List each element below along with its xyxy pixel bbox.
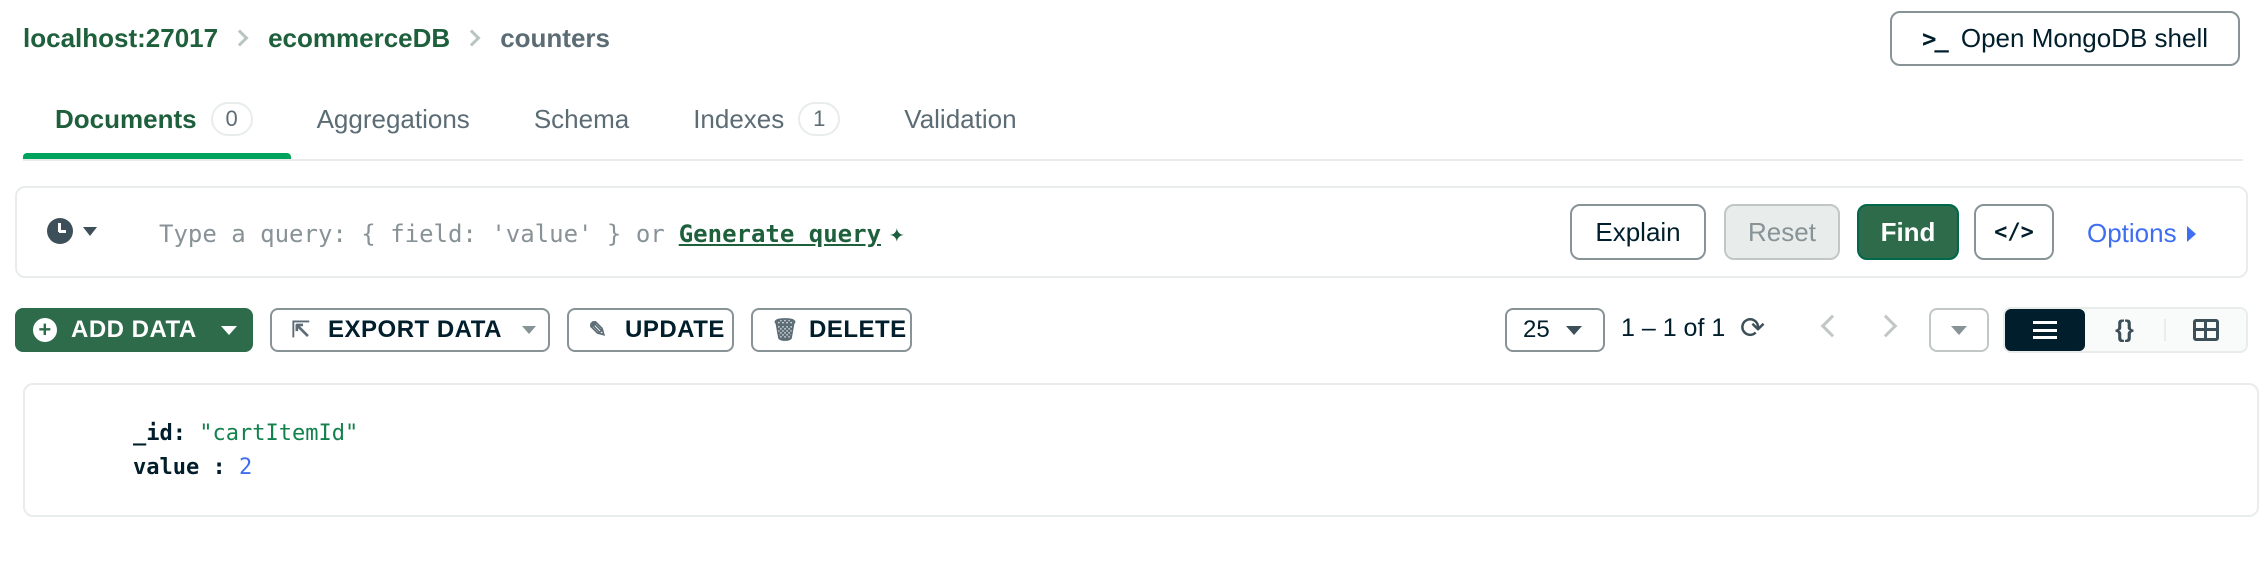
next-page-icon[interactable] bbox=[1874, 314, 1898, 338]
pencil-icon: ✎ bbox=[588, 317, 608, 342]
tab-label: Aggregations bbox=[316, 103, 470, 134]
list-view-icon bbox=[2032, 321, 2057, 339]
tab-label: Documents bbox=[55, 103, 197, 134]
breadcrumb-database[interactable]: ecommerceDB bbox=[268, 23, 450, 54]
view-mode-toggle: {} bbox=[2003, 307, 2248, 353]
query-placeholder: Type a query: { field: 'value' } or bbox=[159, 220, 665, 248]
options-label: Options bbox=[2087, 218, 2177, 248]
page-size-value: 25 bbox=[1523, 316, 1550, 343]
open-shell-label: Open MongoDB shell bbox=[1960, 23, 2209, 53]
options-toggle[interactable]: Options bbox=[2087, 218, 2196, 249]
tab-count-badge: 0 bbox=[210, 102, 253, 136]
plus-circle-icon: + bbox=[33, 318, 57, 342]
code-view-toggle[interactable]: </> bbox=[1974, 204, 2054, 260]
tab-label: Validation bbox=[904, 103, 1017, 134]
trash-icon: 🗑 bbox=[771, 317, 800, 342]
chevron-down-icon bbox=[83, 226, 97, 236]
previous-page-icon[interactable] bbox=[1820, 314, 1844, 338]
chevron-right-icon bbox=[463, 29, 481, 47]
breadcrumb-host[interactable]: localhost:27017 bbox=[23, 23, 218, 54]
delete-button[interactable]: 🗑 DELETE bbox=[751, 308, 912, 352]
tab-indexes[interactable]: Indexes 1 bbox=[661, 96, 872, 142]
tab-validation[interactable]: Validation bbox=[872, 96, 1048, 142]
caret-right-icon bbox=[2186, 225, 2196, 242]
tabs-divider bbox=[23, 159, 2243, 161]
page-size-select[interactable]: 25 bbox=[1505, 308, 1605, 352]
list-view-button[interactable] bbox=[2005, 309, 2085, 351]
more-options-dropdown[interactable] bbox=[1929, 308, 1989, 352]
table-view-button[interactable] bbox=[2166, 309, 2246, 351]
sparkle-icon: ✦ bbox=[889, 219, 905, 249]
chevron-down-icon bbox=[220, 325, 237, 335]
add-data-label: ADD DATA bbox=[71, 316, 197, 343]
delete-label: DELETE bbox=[809, 316, 907, 343]
chevron-down-icon bbox=[1951, 325, 1967, 335]
tab-aggregations[interactable]: Aggregations bbox=[285, 96, 502, 142]
tab-documents[interactable]: Documents 0 bbox=[23, 96, 285, 142]
tab-label: Indexes bbox=[693, 103, 785, 134]
document-field[interactable]: value : 2 bbox=[133, 455, 252, 480]
update-label: UPDATE bbox=[625, 316, 725, 343]
query-bar: Type a query: { field: 'value' } or Gene… bbox=[15, 186, 2248, 278]
json-view-button[interactable]: {} bbox=[2085, 309, 2165, 351]
terminal-icon: >_ bbox=[1921, 24, 1949, 53]
breadcrumb-collection: counters bbox=[500, 22, 610, 53]
table-view-icon bbox=[2193, 319, 2220, 341]
field-key: _id bbox=[133, 421, 173, 446]
tab-schema[interactable]: Schema bbox=[502, 96, 661, 142]
field-key: value bbox=[133, 455, 200, 480]
update-button[interactable]: ✎ UPDATE bbox=[567, 308, 734, 352]
field-value: "cartItemId" bbox=[199, 421, 359, 446]
find-button[interactable]: Find bbox=[1857, 204, 1959, 260]
json-view-icon: {} bbox=[2115, 316, 2134, 343]
field-value: 2 bbox=[238, 455, 253, 480]
export-data-button[interactable]: ⇱ EXPORT DATA bbox=[270, 308, 550, 352]
tab-label: Schema bbox=[533, 103, 630, 134]
field-colon: : bbox=[199, 455, 239, 480]
query-history-button[interactable] bbox=[47, 218, 97, 244]
add-data-button[interactable]: + ADD DATA bbox=[15, 308, 253, 352]
chevron-down-icon bbox=[1565, 325, 1582, 335]
generate-query-link[interactable]: Generate query bbox=[679, 220, 881, 248]
chevron-down-icon bbox=[521, 326, 536, 334]
document-field[interactable]: _id: "cartItemId" bbox=[133, 421, 358, 446]
document-card[interactable]: _id: "cartItemId" value : 2 bbox=[23, 383, 2259, 517]
breadcrumb: localhost:27017 ecommerceDB counters bbox=[23, 22, 610, 54]
export-data-label: EXPORT DATA bbox=[328, 316, 502, 343]
explain-button[interactable]: Explain bbox=[1570, 204, 1706, 260]
pagination-info: 1 – 1 of 1 bbox=[1621, 314, 1726, 342]
query-input[interactable]: Type a query: { field: 'value' } or Gene… bbox=[159, 214, 905, 254]
reset-button[interactable]: Reset bbox=[1724, 204, 1840, 260]
export-icon: ⇱ bbox=[291, 317, 311, 342]
open-shell-button[interactable]: >_ Open MongoDB shell bbox=[1890, 11, 2240, 66]
chevron-right-icon bbox=[231, 29, 249, 47]
clock-icon bbox=[47, 218, 73, 244]
tab-count-badge: 1 bbox=[798, 102, 841, 136]
field-colon: : bbox=[172, 421, 200, 446]
refresh-icon[interactable]: ⟳ bbox=[1740, 311, 1765, 346]
